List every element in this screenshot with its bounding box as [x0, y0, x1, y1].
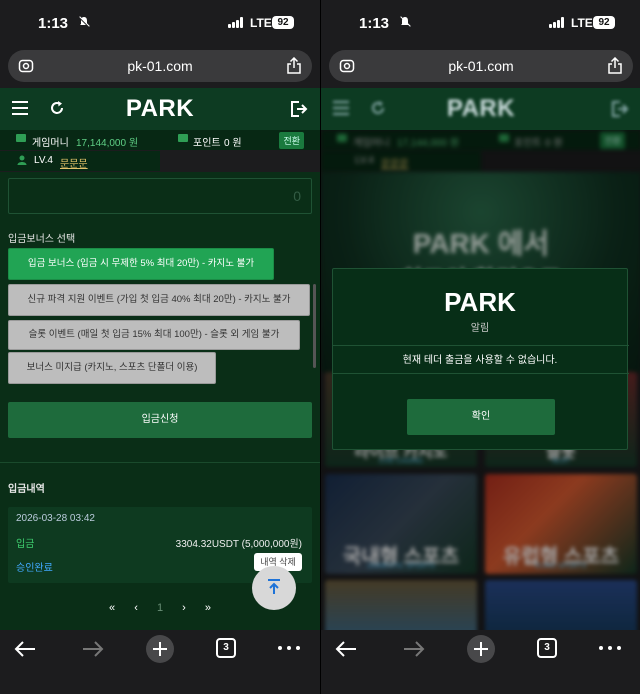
history-type: 입금	[16, 539, 35, 550]
site-logo[interactable]: PARK	[321, 95, 640, 123]
bonus-option-1[interactable]: 입금 보너스 (입금 시 무제한 5% 최대 20만) - 카지노 불가	[8, 248, 274, 280]
back-icon[interactable]	[14, 640, 36, 658]
game-money-value: 17,144,000 원	[76, 138, 139, 149]
forward-icon[interactable]	[82, 640, 104, 658]
deposit-apply-button[interactable]: 입금신청	[8, 402, 312, 438]
network-type: LTE	[571, 16, 593, 30]
left-phone-screen: 1:13 LTE 92 pk-01.com PARK 게임머니 17,144,0…	[0, 0, 320, 694]
new-tab-button[interactable]	[467, 635, 495, 663]
status-time: 1:13	[38, 15, 69, 32]
balance-row: 게임머니 17,144,000 원 포인트 0 원 전환	[0, 130, 320, 150]
point-label: 포인트	[193, 138, 221, 149]
plus-icon	[153, 642, 167, 656]
page-prev[interactable]: ‹	[134, 602, 138, 614]
status-bar: 1:13 LTE 92	[0, 0, 320, 46]
modal-divider	[333, 345, 629, 346]
bonus-option-4[interactable]: 보너스 미지급 (카지노, 스포츠 단폴더 이용)	[8, 352, 216, 384]
history-amount: 3304.32USDT (5,000,000원)	[175, 539, 302, 550]
bell-muted-icon	[78, 16, 90, 28]
battery-icon: 92	[593, 16, 615, 29]
site-header: PARK	[0, 88, 320, 130]
level-row: LV.4 문문문	[0, 151, 160, 171]
pagination: « ‹ 1 › »	[0, 602, 320, 614]
site-logo[interactable]: PARK	[0, 95, 320, 123]
deposit-panel: 0 입금보너스 선택 입금 보너스 (입금 시 무제한 5% 최대 20만) -…	[0, 172, 320, 630]
modal-logo: PARK	[444, 287, 516, 317]
user-icon	[17, 155, 27, 165]
tab-switcher-button[interactable]: 3	[216, 638, 236, 658]
deposit-amount-value: 0	[293, 188, 301, 204]
page-last[interactable]: »	[205, 602, 211, 614]
more-icon[interactable]	[278, 646, 300, 651]
tab-switcher-button[interactable]: 3	[537, 638, 557, 658]
modal-confirm-button[interactable]: 확인	[407, 399, 555, 435]
page-next[interactable]: ›	[182, 602, 186, 614]
user-level: LV.4	[34, 155, 53, 166]
point-icon	[178, 134, 188, 142]
new-tab-button[interactable]	[146, 635, 174, 663]
bonus-option-2[interactable]: 신규 파격 지원 이벤트 (가입 첫 입금 40% 최대 20만) - 카지노 …	[8, 284, 310, 316]
url-text[interactable]: pk-01.com	[8, 58, 312, 74]
arrow-up-icon	[268, 579, 280, 594]
logout-icon[interactable]	[290, 100, 308, 118]
network-type: LTE	[250, 16, 272, 30]
site-header: PARK	[321, 88, 640, 130]
history-date: 2026-03-28 03:42	[16, 513, 95, 524]
modal-message: 현재 테더 출금을 사용할 수 없습니다.	[402, 355, 558, 366]
signal-icon	[549, 17, 566, 28]
bonus-option-3[interactable]: 슬롯 이벤트 (매일 첫 입금 15% 최대 100만) - 슬롯 외 게임 불…	[8, 320, 300, 350]
browser-toolbar: 3	[321, 630, 640, 694]
history-title: 입금내역	[8, 484, 45, 495]
history-status: 승인완료	[16, 563, 53, 574]
modal-divider	[333, 373, 629, 374]
status-time: 1:13	[359, 15, 390, 32]
page-first[interactable]: «	[109, 602, 115, 614]
alert-modal: PARK 알림 현재 테더 출금을 사용할 수 없습니다. 확인	[332, 268, 629, 450]
point-value: 0 원	[224, 138, 242, 149]
share-icon[interactable]	[286, 57, 302, 74]
exchange-button[interactable]: 전환	[279, 132, 304, 149]
browser-toolbar: 3	[0, 630, 320, 694]
more-icon[interactable]	[599, 646, 621, 651]
share-icon[interactable]	[607, 57, 623, 74]
deposit-amount-input[interactable]: 0	[8, 178, 312, 214]
url-text[interactable]: pk-01.com	[329, 58, 633, 74]
options-scrollbar[interactable]	[313, 284, 316, 368]
address-bar[interactable]: pk-01.com	[329, 50, 633, 82]
plus-icon	[474, 642, 488, 656]
bonus-section-title: 입금보너스 선택	[8, 234, 76, 245]
bell-muted-icon	[400, 16, 411, 27]
game-money-label: 게임머니	[32, 138, 69, 149]
modal-title: 알림	[470, 323, 490, 334]
game-money-icon	[16, 134, 26, 142]
status-bar: 1:13 LTE 92	[321, 0, 640, 46]
username-link[interactable]: 문문문	[60, 155, 88, 170]
section-divider	[0, 462, 320, 463]
address-bar[interactable]: pk-01.com	[8, 50, 312, 82]
signal-icon	[228, 17, 245, 28]
logout-icon[interactable]	[611, 100, 629, 118]
battery-icon: 92	[272, 16, 294, 29]
back-icon[interactable]	[335, 640, 357, 658]
forward-icon[interactable]	[403, 640, 425, 658]
page-current[interactable]: 1	[157, 602, 163, 614]
